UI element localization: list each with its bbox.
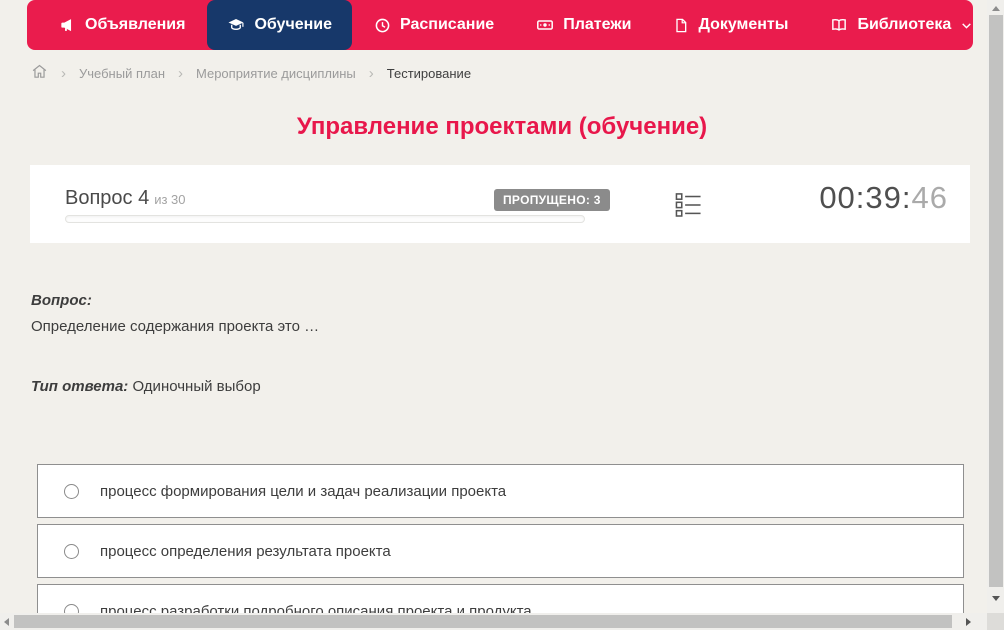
answer-type-value: Одиночный выбор — [132, 378, 261, 395]
question-of-label: из 30 — [154, 192, 186, 207]
vertical-scrollbar[interactable] — [987, 0, 1004, 613]
breadcrumb-curriculum[interactable]: Учебный план — [79, 66, 165, 81]
question-label: Вопрос: — [31, 292, 92, 309]
timer: 00:39:46 — [819, 180, 948, 216]
nav-item-announcements[interactable]: Объявления — [39, 0, 205, 50]
answer-option-1[interactable]: процесс формирования цели и задач реализ… — [37, 464, 964, 518]
nav-item-label: Платежи — [563, 16, 632, 33]
nav-item-payments[interactable]: Платежи — [516, 0, 651, 50]
home-icon[interactable] — [31, 63, 48, 83]
answer-type-row: Тип ответа: Одиночный выбор — [31, 378, 261, 395]
scrollbar-corner — [987, 613, 1004, 630]
nav-item-label: Обучение — [254, 16, 333, 33]
scroll-up-arrow-icon[interactable] — [992, 6, 1000, 11]
radio-button[interactable] — [64, 483, 79, 499]
book-icon — [830, 16, 848, 34]
answer-option-label: процесс определения результата проекта — [100, 542, 391, 560]
payment-icon — [536, 16, 554, 34]
nav-item-label: Документы — [698, 16, 789, 33]
horizontal-scrollbar-thumb[interactable] — [14, 615, 952, 628]
nav-item-learning[interactable]: Обучение — [207, 0, 353, 50]
answer-option-label: процесс формирования цели и задач реализ… — [100, 482, 507, 500]
page-title: Управление проектами (обучение) — [296, 113, 708, 140]
breadcrumb: › Учебный план › Мероприятие дисциплины … — [31, 60, 471, 86]
nav-item-schedule[interactable]: Расписание — [354, 0, 514, 50]
question-body: Вопрос: Определение содержания проекта э… — [31, 292, 319, 335]
breadcrumb-discipline-event[interactable]: Мероприятие дисциплины — [196, 66, 356, 81]
question-text: Определение содержания проекта это … — [31, 318, 320, 335]
nav-item-label: Объявления — [85, 16, 186, 33]
megaphone-icon — [59, 17, 76, 34]
answer-option-2[interactable]: процесс определения результата проекта — [37, 524, 964, 578]
skipped-badge: ПРОПУЩЕНО: 3 — [494, 189, 610, 211]
chevron-down-icon — [960, 19, 973, 32]
question-number-label: Вопрос 4 — [65, 187, 150, 209]
scroll-down-arrow-icon[interactable] — [992, 596, 1000, 601]
question-list-icon — [675, 193, 702, 223]
document-icon — [673, 17, 689, 34]
question-number: Вопрос 4 из 30 — [65, 187, 186, 210]
breadcrumb-separator: › — [61, 64, 66, 82]
answer-options: процесс формирования цели и задач реализ… — [37, 464, 964, 630]
breadcrumb-separator: › — [178, 64, 183, 82]
scroll-left-arrow-icon[interactable] — [4, 618, 9, 626]
timer-main: 00:39: — [819, 180, 912, 215]
timer-seconds: 46 — [911, 180, 948, 215]
test-page: Объявления Обучение Расписание Платежи Д… — [0, 0, 1004, 630]
question-progress-bar — [65, 215, 585, 223]
vertical-scrollbar-thumb[interactable] — [989, 15, 1003, 587]
breadcrumb-separator: › — [368, 64, 374, 82]
nav-item-library[interactable]: Библиотека — [810, 0, 993, 50]
question-list-button[interactable] — [675, 191, 702, 224]
horizontal-scrollbar[interactable] — [0, 613, 987, 630]
clock-icon — [374, 17, 391, 34]
answer-type-label: Тип ответа: — [31, 378, 129, 395]
radio-button[interactable] — [64, 543, 79, 559]
question-header-card: Вопрос 4 из 30 ПРОПУЩЕНО: 3 00:39:46 — [30, 165, 970, 243]
nav-item-label: Расписание — [400, 16, 495, 33]
nav-item-documents[interactable]: Документы — [653, 0, 808, 50]
graduation-cap-icon — [227, 16, 245, 34]
main-nav: Объявления Обучение Расписание Платежи Д… — [27, 0, 973, 50]
scroll-right-arrow-icon[interactable] — [966, 618, 971, 626]
breadcrumb-testing: Тестирование — [386, 65, 472, 81]
nav-item-label: Библиотека — [857, 16, 952, 33]
